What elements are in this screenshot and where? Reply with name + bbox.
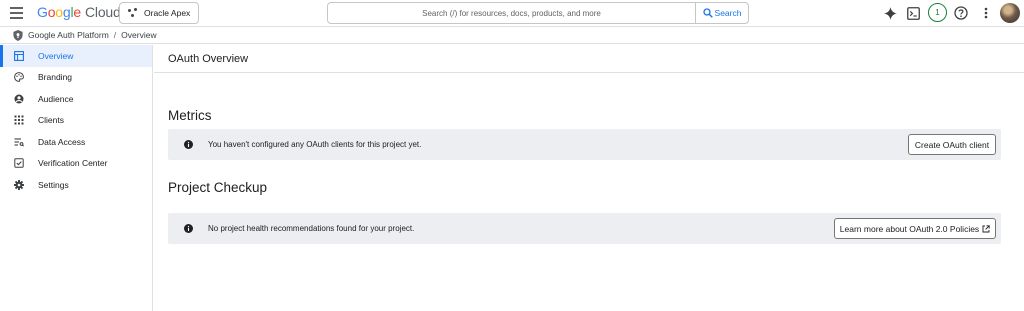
sidebar: Overview Branding Audience Clients Data … xyxy=(0,45,153,311)
external-link-icon xyxy=(982,224,990,232)
breadcrumb: Google Auth Platform / Overview xyxy=(0,27,1024,44)
sidebar-item-label: Verification Center xyxy=(38,158,108,169)
sidebar-item-label: Overview xyxy=(38,50,74,61)
breadcrumb-separator: / xyxy=(113,30,117,40)
sidebar-item-label: Branding xyxy=(38,72,73,83)
learn-oauth-policies-button[interactable]: Learn more about OAuth 2.0 Policies xyxy=(834,218,996,239)
top-bar: GoogleCloud Oracle Apex Search 1 xyxy=(0,0,1024,27)
sidebar-item-clients[interactable]: Clients xyxy=(0,110,152,132)
more-vert-icon[interactable] xyxy=(978,5,994,21)
metrics-message: You haven't configured any OAuth clients… xyxy=(208,140,422,149)
sidebar-item-label: Data Access xyxy=(38,136,86,147)
sidebar-item-label: Clients xyxy=(38,115,64,126)
project-picker-button[interactable]: Oracle Apex xyxy=(119,2,199,24)
account-circle-icon xyxy=(14,94,24,104)
metrics-banner: You haven't configured any OAuth clients… xyxy=(168,129,1001,160)
data-access-icon xyxy=(14,137,24,147)
title-divider xyxy=(154,72,1024,73)
search-bar: Search xyxy=(327,2,749,24)
shield-icon xyxy=(13,29,23,41)
sidebar-item-settings[interactable]: Settings xyxy=(0,174,152,196)
sidebar-item-label: Audience xyxy=(38,93,74,104)
gear-icon xyxy=(14,179,24,190)
main-content: OAuth Overview Metrics You haven't confi… xyxy=(154,45,1024,311)
google-cloud-logo[interactable]: Google Cloud xyxy=(37,4,121,20)
search-icon xyxy=(702,8,713,18)
help-icon[interactable] xyxy=(953,5,969,21)
project-checkup-heading: Project Checkup xyxy=(168,180,268,195)
main-menu-icon[interactable] xyxy=(10,7,23,19)
sidebar-item-label: Settings xyxy=(38,179,69,190)
palette-icon xyxy=(14,72,24,83)
breadcrumb-root[interactable]: Google Auth Platform xyxy=(28,30,109,40)
info-icon xyxy=(184,224,193,233)
sidebar-item-branding[interactable]: Branding xyxy=(0,67,152,89)
page-title: OAuth Overview xyxy=(168,53,249,65)
sidebar-item-audience[interactable]: Audience xyxy=(0,88,152,110)
sidebar-item-data-access[interactable]: Data Access xyxy=(0,131,152,153)
avatar[interactable] xyxy=(1000,3,1020,23)
verified-checkbox-icon xyxy=(14,158,24,168)
search-input[interactable] xyxy=(328,3,695,23)
metrics-heading: Metrics xyxy=(168,108,212,123)
breadcrumb-current: Overview xyxy=(121,30,157,40)
notifications-badge[interactable]: 1 xyxy=(928,3,947,22)
sidebar-item-verification-center[interactable]: Verification Center xyxy=(0,153,152,175)
project-name: Oracle Apex xyxy=(144,8,191,18)
project-checkup-banner: No project health recommendations found … xyxy=(168,213,1001,244)
apps-grid-icon xyxy=(14,115,24,125)
dashboard-icon xyxy=(14,50,24,61)
cloud-shell-icon[interactable] xyxy=(905,5,921,21)
project-checkup-message: No project health recommendations found … xyxy=(208,224,415,233)
sidebar-item-overview[interactable]: Overview xyxy=(0,45,152,67)
create-oauth-client-button[interactable]: Create OAuth client xyxy=(908,134,996,155)
project-hierarchy-icon xyxy=(128,8,138,18)
info-icon xyxy=(184,140,193,149)
gemini-icon[interactable] xyxy=(882,5,898,21)
search-button[interactable]: Search xyxy=(695,3,748,23)
